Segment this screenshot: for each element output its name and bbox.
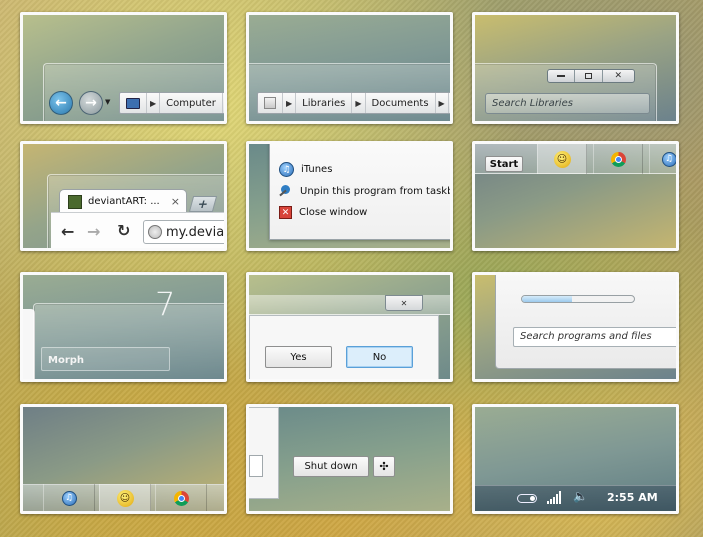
unpin-icon [279,184,293,198]
explorer-address-bar[interactable]: ▶ Computer [119,92,224,114]
start-menu-field [249,455,263,477]
breadcrumb-documents[interactable]: Documents [366,93,436,113]
start-search-input[interactable]: Search programs and files [513,327,676,347]
libraries-folder-icon [258,93,283,113]
itunes-icon: ♫ [661,151,676,167]
jump-item-label: Close window [299,207,368,218]
breadcrumb-arrow-icon[interactable]: ▶ [436,93,449,113]
messenger-icon: ☺ [116,489,134,507]
theme-name-tile: 7 Morph [20,272,227,382]
close-window-icon: ✕ [279,206,292,219]
jump-item-label: Unpin this program from taskba [300,185,453,197]
breadcrumb-computer[interactable]: Computer [160,93,223,113]
taskbar-chrome[interactable] [593,144,643,174]
taskbar-messenger[interactable]: ☺ [537,144,587,174]
deviantart-favicon [68,194,82,209]
close-button[interactable]: ✕ [603,70,635,82]
minimize-button[interactable] [548,70,576,82]
clock[interactable]: 2:55 AM [607,491,658,504]
signal-icon[interactable] [547,491,563,504]
back-arrow-icon[interactable]: ← [49,91,73,115]
chrome-tab-tile: deviantART: ... × + ← → ↻ my.devia [20,141,227,251]
breadcrumb-arrow-icon[interactable]: ▶ [147,93,161,113]
breadcrumb-arrow-icon[interactable]: ▶ [283,93,297,113]
window-controls: ✕ [547,69,635,83]
theme-name-field[interactable]: Morph [41,347,170,371]
start-taskbar-tile: Start ☺ ♫ [472,141,679,251]
taskbar-pins-tile: ♫ ☺ [20,404,227,514]
itunes-icon: ♫ [61,490,77,506]
start-menu-panel [495,275,676,369]
browser-tab[interactable]: deviantART: ... × [59,189,187,213]
progress-fill [522,296,573,302]
explorer-nav-tile: ← → ▼ ▶ Computer [20,12,227,124]
taskbar-itunes[interactable]: ♫ [43,484,95,511]
no-button[interactable]: No [346,346,413,368]
computer-icon [120,93,147,113]
shutdown-options-button[interactable]: ✣ [373,456,395,477]
breadcrumb-arrow-icon[interactable]: ▶ [352,93,366,113]
start-search-tile: Search programs and files [472,272,679,382]
volume-icon[interactable]: 🔈 [573,489,588,503]
itunes-icon: ♫ [279,162,294,177]
start-button[interactable]: Start [485,156,523,172]
chrome-icon [173,490,189,506]
maximize-button[interactable] [575,70,603,82]
chrome-icon [610,151,626,167]
progress-track [521,295,635,303]
omnibox[interactable]: my.devia [143,220,225,244]
jump-item-unpin[interactable]: Unpin this program from taskba [279,184,453,198]
tab-close-icon[interactable]: × [171,195,180,208]
system-tray-tile: 🔈 2:55 AM [472,404,679,514]
network-toggle-icon[interactable] [517,494,537,503]
libraries-address-bar[interactable]: ▶ Libraries ▶ Documents ▶ [257,92,450,114]
libraries-breadcrumb-tile: ▶ Libraries ▶ Documents ▶ [246,12,453,124]
messenger-icon: ☺ [553,150,571,168]
taskbar-itunes[interactable]: ♫ [649,144,676,174]
jump-item-label: iTunes [301,164,333,175]
jump-list-tile: ♫ iTunes Unpin this program from taskba … [246,141,453,251]
shutdown-button[interactable]: Shut down [293,456,369,477]
windows-version-number: 7 [155,285,176,323]
new-tab-button[interactable]: + [188,196,218,212]
jump-item-itunes[interactable]: ♫ iTunes [279,162,332,177]
yes-button[interactable]: Yes [265,346,332,368]
taskbar-messenger[interactable]: ☺ [99,484,151,511]
history-dropdown-icon[interactable]: ▼ [105,98,110,106]
omnibox-text: my.devia [166,224,225,240]
shutdown-tile: Shut down ✣ [246,404,453,514]
breadcrumb-libraries[interactable]: Libraries [296,93,353,113]
theme-name-label: Morph [48,355,85,366]
dialog-close-button[interactable]: ✕ [385,295,423,311]
reload-icon[interactable]: ↻ [117,221,130,240]
jump-item-close-window[interactable]: ✕ Close window [279,206,367,219]
search-libraries-tile: ✕ Search Libraries [472,12,679,124]
search-libraries-input[interactable]: Search Libraries [485,93,650,114]
tab-title: deviantART: ... [88,196,160,207]
start-menu-left-pane [249,407,279,499]
back-icon[interactable]: ← [61,222,74,241]
forward-arrow-icon[interactable]: → [79,91,103,115]
taskbar-chrome[interactable] [155,484,207,511]
forward-icon[interactable]: → [87,222,100,241]
dialog-buttons-tile: ✕ Yes No [246,272,453,382]
globe-icon [148,225,162,239]
